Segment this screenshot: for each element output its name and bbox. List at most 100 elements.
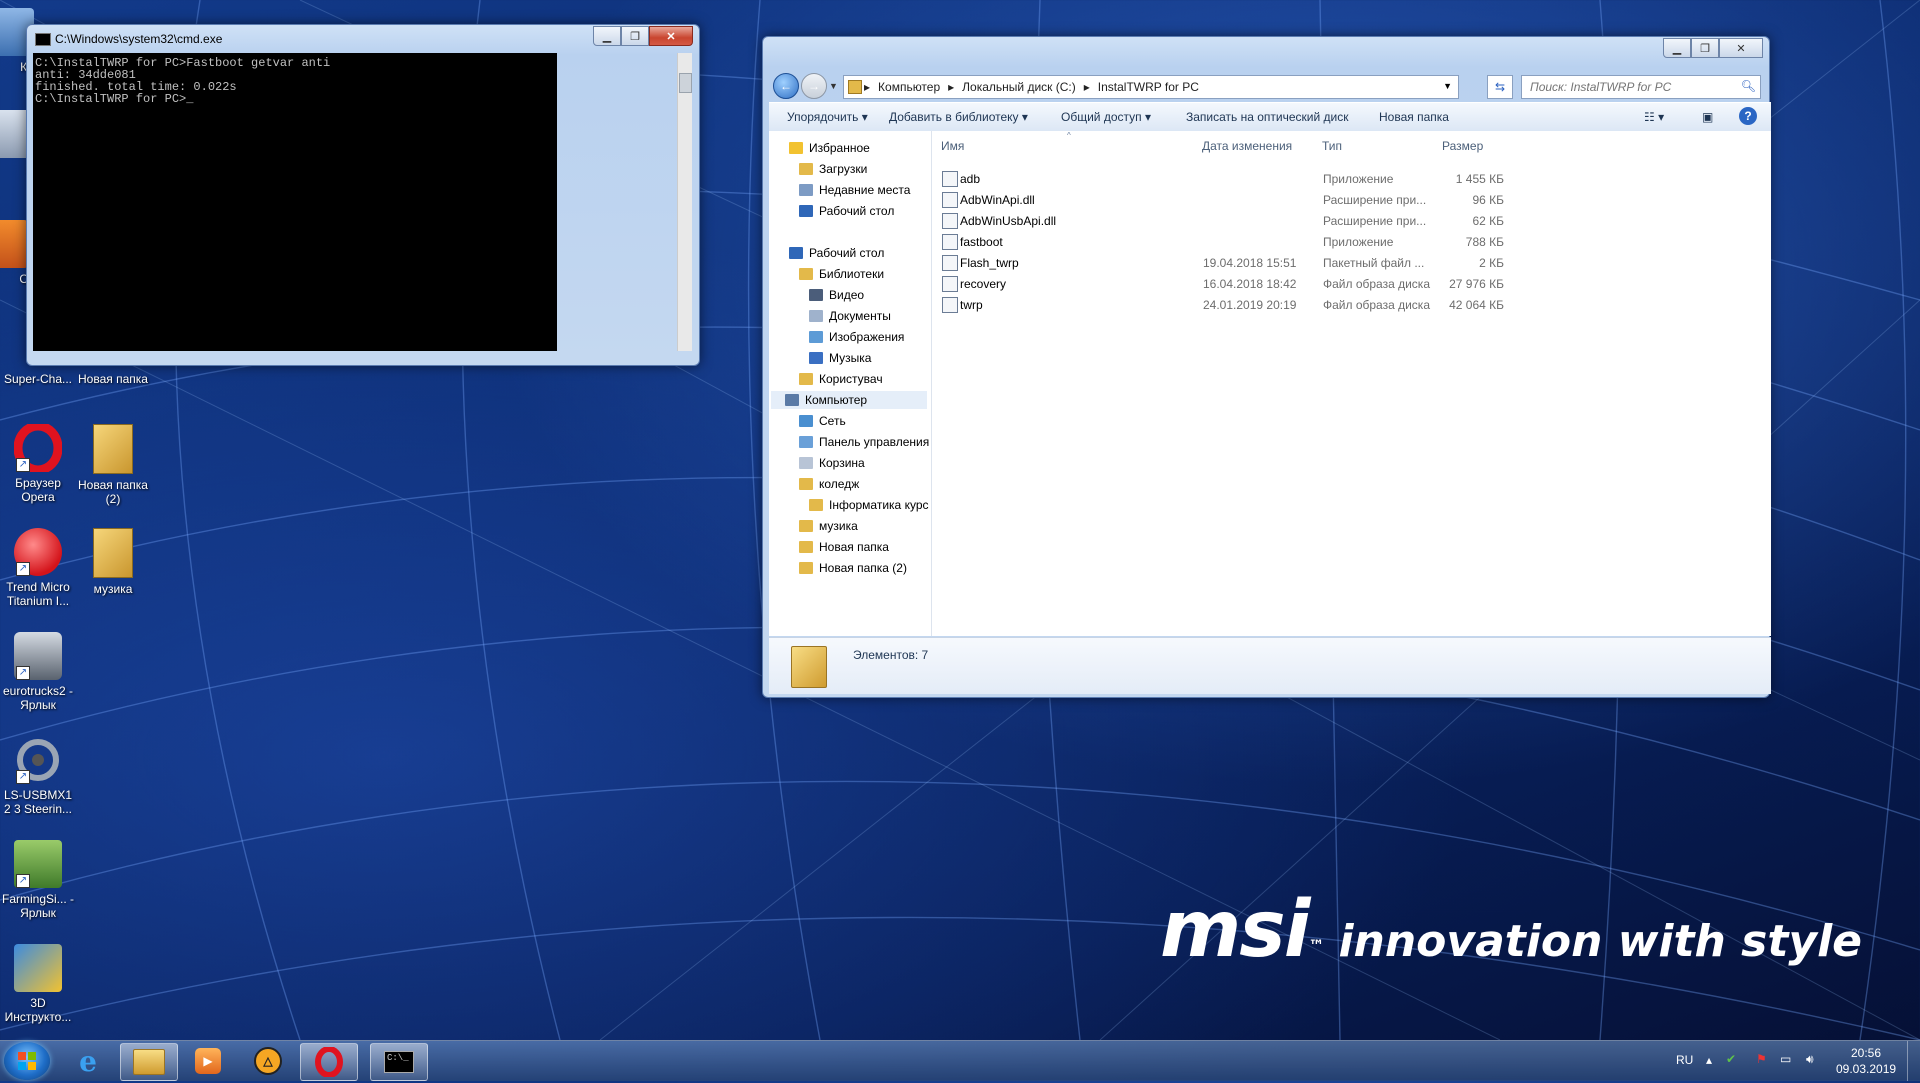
minimize-button[interactable]: ▁ bbox=[1663, 38, 1691, 58]
taskbar-ie[interactable]: e bbox=[60, 1043, 116, 1079]
desktop-icon-opera[interactable]: ↗ Браузер Opera bbox=[2, 421, 74, 504]
desktop-icon-steering[interactable]: ↗ LS-USBMX1 2 3 Steerin... bbox=[2, 736, 74, 816]
file-row[interactable]: AdbWinApi.dll Расширение при... 96 КБ bbox=[940, 190, 1540, 210]
close-button[interactable]: ✕ bbox=[649, 26, 693, 46]
nav-music-folder[interactable]: музика bbox=[799, 517, 858, 535]
nav-label: Інформатика курс bbox=[829, 498, 929, 512]
address-dropdown-icon[interactable]: ▼ bbox=[1443, 81, 1452, 91]
file-list[interactable]: Имя ^ Дата изменения Тип Размер adb Прил… bbox=[932, 131, 1771, 636]
organize-menu[interactable]: Упорядочить ▾ bbox=[787, 110, 868, 124]
nav-libraries[interactable]: Библиотеки bbox=[799, 265, 884, 283]
search-box[interactable]: 🔍︎ bbox=[1521, 75, 1761, 99]
nav-downloads[interactable]: Загрузки bbox=[799, 160, 867, 178]
minimize-button[interactable]: ▁ bbox=[593, 26, 621, 46]
nav-desktop-fav[interactable]: Рабочий стол bbox=[799, 202, 894, 220]
nav-favorites[interactable]: Избранное bbox=[789, 139, 870, 157]
desktop-icon-label: Новая папка bbox=[78, 372, 148, 386]
burn-button[interactable]: Записать на оптический диск bbox=[1186, 110, 1349, 124]
forward-button[interactable]: → bbox=[801, 73, 827, 99]
new-folder-button[interactable]: Новая папка bbox=[1379, 110, 1449, 124]
nav-informatics[interactable]: Інформатика курс bbox=[809, 496, 929, 514]
column-header-type[interactable]: Тип bbox=[1322, 139, 1342, 153]
column-header-date[interactable]: Дата изменения bbox=[1202, 139, 1292, 153]
desktop-icon-new-folder-2[interactable]: Новая папка (2) bbox=[77, 424, 149, 506]
nav-new-folder[interactable]: Новая папка bbox=[799, 538, 889, 556]
file-name: AdbWinUsbApi.dll bbox=[960, 214, 1057, 228]
close-button[interactable]: ✕ bbox=[1719, 38, 1763, 58]
column-header-size[interactable]: Размер bbox=[1442, 139, 1483, 153]
file-row[interactable]: twrp 24.01.2019 20:19 Файл образа диска … bbox=[940, 295, 1540, 315]
history-dropdown-icon[interactable]: ▼ bbox=[829, 81, 838, 91]
maximize-button[interactable]: ❐ bbox=[621, 26, 649, 46]
desktop-icon-music[interactable]: музика bbox=[77, 528, 149, 596]
nav-pictures[interactable]: Изображения bbox=[809, 328, 904, 346]
refresh-button[interactable]: ⇆ bbox=[1487, 75, 1513, 99]
breadcrumb-item[interactable]: InstalTWRP for PC bbox=[1098, 80, 1199, 94]
volume-icon[interactable]: 🔊︎ bbox=[1806, 1052, 1814, 1067]
file-row[interactable]: Flash_twrp 19.04.2018 15:51 Пакетный фай… bbox=[940, 253, 1540, 273]
security-tray-icon[interactable]: ✔ bbox=[1726, 1052, 1736, 1066]
column-header-name[interactable]: Имя bbox=[941, 139, 964, 153]
nav-user[interactable]: Користувач bbox=[799, 370, 883, 388]
nav-computer[interactable]: Компьютер bbox=[771, 391, 927, 409]
desktop-icon-trend-micro[interactable]: ↗ Trend Micro Titanium I... bbox=[2, 528, 74, 608]
view-options-icon[interactable]: ☷ ▾ bbox=[1644, 110, 1664, 124]
nav-recent[interactable]: Недавние места bbox=[799, 181, 910, 199]
taskbar-aimp[interactable]: △ bbox=[240, 1043, 296, 1079]
cmd-window[interactable]: C:\Windows\system32\cmd.exe ▁ ❐ ✕ C:\Ins… bbox=[26, 24, 700, 366]
desktop-icon-farming[interactable]: ↗ FarmingSi... - Ярлык bbox=[2, 840, 74, 920]
breadcrumb-item[interactable]: Компьютер bbox=[878, 80, 940, 94]
navigation-pane[interactable]: Избранное Загрузки Недавние места Рабочи… bbox=[769, 131, 932, 636]
nav-desktop[interactable]: Рабочий стол bbox=[789, 244, 884, 262]
file-date: 24.01.2019 20:19 bbox=[1203, 298, 1297, 312]
help-icon[interactable]: ? bbox=[1739, 107, 1757, 125]
console-scrollbar[interactable] bbox=[677, 53, 692, 351]
nav-documents[interactable]: Документы bbox=[809, 307, 891, 325]
clock[interactable]: 20:56 09.03.2019 bbox=[1836, 1045, 1896, 1077]
nav-college[interactable]: коледж bbox=[799, 475, 859, 493]
taskbar-cmd[interactable]: C:\_ bbox=[370, 1043, 428, 1081]
nav-video[interactable]: Видео bbox=[809, 286, 864, 304]
console-output[interactable]: C:\InstalTWRP for PC>Fastboot getvar ant… bbox=[33, 53, 557, 351]
language-indicator[interactable]: RU bbox=[1676, 1053, 1693, 1067]
preview-pane-icon[interactable]: ▣ bbox=[1702, 110, 1713, 124]
taskbar-media-player[interactable]: ▶ bbox=[180, 1043, 236, 1079]
nav-new-folder-2[interactable]: Новая папка (2) bbox=[799, 559, 907, 577]
steering-wheel-icon: ↗ bbox=[14, 736, 62, 784]
add-library-menu[interactable]: Добавить в библиотеку ▾ bbox=[889, 110, 1028, 124]
nav-label: коледж bbox=[819, 477, 860, 491]
search-input[interactable] bbox=[1528, 77, 1732, 97]
file-name: AdbWinApi.dll bbox=[960, 193, 1035, 207]
search-icon[interactable]: 🔍︎ bbox=[1741, 79, 1756, 93]
nav-recycle-bin[interactable]: Корзина bbox=[799, 454, 865, 472]
address-bar[interactable]: ▸ Компьютер ▸ Локальный диск (C:) ▸ InstalTWR… bbox=[843, 75, 1459, 99]
breadcrumb-item[interactable]: Локальный диск (C:) bbox=[962, 80, 1076, 94]
console-line: C:\InstalTWRP for PC>_ bbox=[35, 92, 194, 106]
file-size: 788 КБ bbox=[1465, 235, 1504, 249]
show-hidden-icons-icon[interactable]: ▴ bbox=[1706, 1053, 1712, 1067]
desktop-icon-label: Браузер Opera bbox=[15, 476, 61, 504]
start-orb-icon[interactable] bbox=[4, 1042, 50, 1080]
nav-network[interactable]: Сеть bbox=[799, 412, 846, 430]
desktop-icon-3d-instructor[interactable]: 3D Инструкто... bbox=[2, 944, 74, 1024]
file-row[interactable]: recovery 16.04.2018 18:42 Файл образа ди… bbox=[940, 274, 1540, 294]
libraries-icon bbox=[799, 268, 813, 280]
nav-control-panel[interactable]: Панель управления bbox=[799, 433, 929, 451]
folder-icon bbox=[799, 520, 813, 532]
nav-music[interactable]: Музыка bbox=[809, 349, 871, 367]
network-tray-icon[interactable]: ▭ bbox=[1780, 1052, 1791, 1066]
scroll-thumb[interactable] bbox=[679, 73, 692, 93]
back-button[interactable]: ← bbox=[773, 73, 799, 99]
share-menu[interactable]: Общий доступ ▾ bbox=[1061, 110, 1151, 124]
taskbar: e ▶ △ C:\_ RU ▴ ✔ ⚑ ▭ 🔊︎ 20:56 09.03.201… bbox=[0, 1040, 1920, 1081]
show-desktop-button[interactable] bbox=[1907, 1041, 1920, 1081]
action-center-icon[interactable]: ⚑ bbox=[1756, 1052, 1767, 1066]
file-row[interactable]: adb Приложение 1 455 КБ bbox=[940, 169, 1540, 189]
explorer-window[interactable]: ▁ ❐ ✕ ← → ▼ ▸ Компьютер ▸ Локальный диск (C… bbox=[762, 36, 1771, 698]
file-row[interactable]: fastboot Приложение 788 КБ bbox=[940, 232, 1540, 252]
taskbar-opera[interactable] bbox=[300, 1043, 358, 1081]
taskbar-explorer[interactable] bbox=[120, 1043, 178, 1081]
maximize-button[interactable]: ❐ bbox=[1691, 38, 1719, 58]
desktop-icon-eurotrucks[interactable]: ↗ eurotrucks2 - Ярлык bbox=[2, 632, 74, 712]
file-row[interactable]: AdbWinUsbApi.dll Расширение при... 62 КБ bbox=[940, 211, 1540, 231]
